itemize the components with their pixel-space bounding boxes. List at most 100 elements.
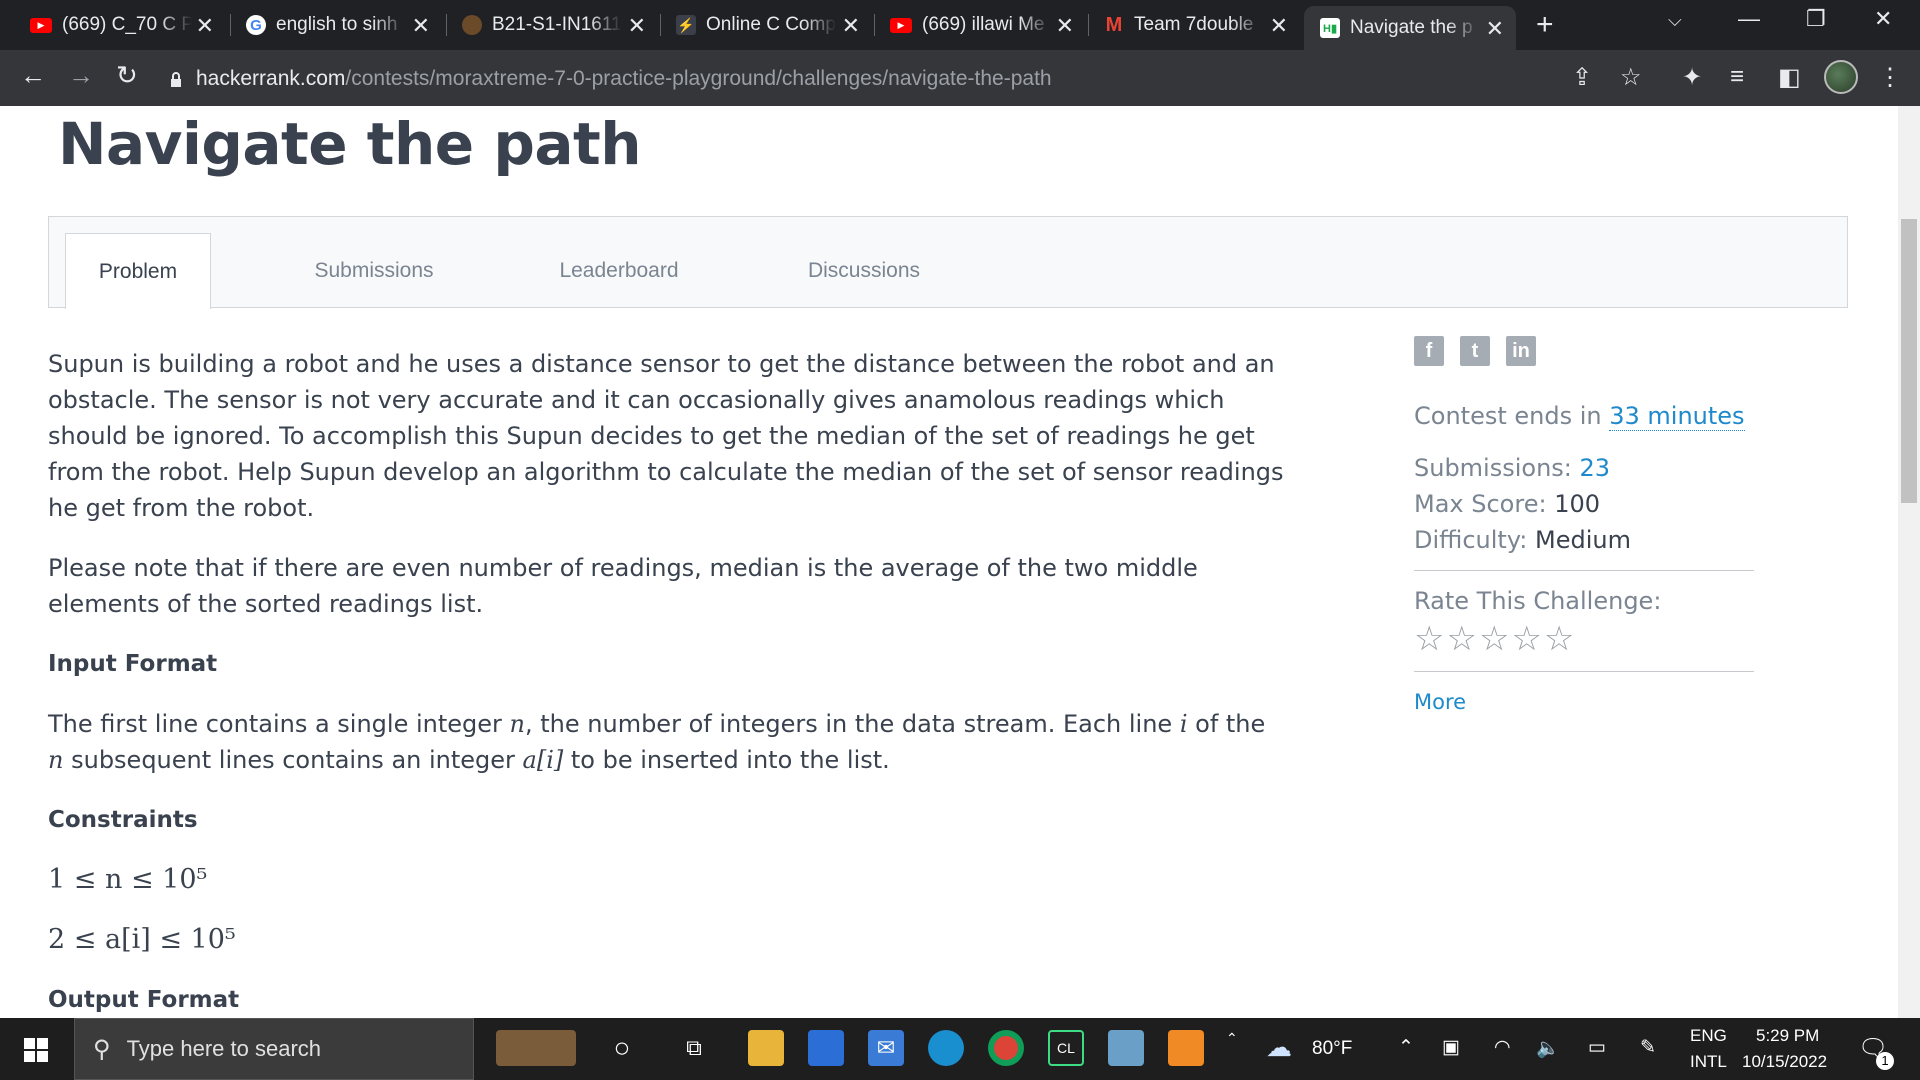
bolt-icon: ⚡ — [676, 15, 696, 35]
tab-title: (669) C_70 C Pr — [62, 14, 192, 35]
forward-icon[interactable]: → — [68, 60, 94, 91]
browser-tab-active[interactable]: H▮ Navigate the p ✕ — [1304, 6, 1516, 50]
more-link[interactable]: More — [1414, 684, 1754, 720]
tab-title: Team 7double — [1134, 14, 1254, 35]
tab-separator — [660, 14, 661, 36]
battery-icon[interactable]: ▭ — [1588, 1036, 1606, 1059]
stat-value: Medium — [1535, 526, 1631, 554]
mail-icon[interactable]: ✉ — [868, 1030, 904, 1066]
volume-icon[interactable]: 🔈 — [1536, 1036, 1560, 1060]
problem-statement: Supun is building a robot and he uses a … — [48, 346, 1288, 1018]
browser-tab[interactable]: ⚡ Online C Comp ✕ — [676, 9, 866, 41]
reading-list-icon[interactable]: ≡ — [1730, 63, 1744, 91]
tab-title: (669) illawi Me — [922, 14, 1045, 35]
screen-icon[interactable]: ▣ — [1442, 1036, 1460, 1059]
keyboard-layout[interactable]: INTL — [1690, 1052, 1727, 1072]
tab-leaderboard[interactable]: Leaderboard — [529, 233, 709, 309]
close-tab-icon[interactable]: ✕ — [1270, 13, 1288, 39]
math-var: n — [48, 746, 64, 774]
notification-count-badge: 1 — [1876, 1052, 1894, 1070]
browser-tab[interactable]: ▶ (669) C_70 C Pr ✕ — [30, 9, 220, 41]
stat-label: Max Score: — [1414, 490, 1555, 518]
tray-expand-icon[interactable]: ⌃ — [1398, 1036, 1414, 1059]
youtube-icon: ▶ — [30, 17, 52, 33]
language-indicator[interactable]: ENG — [1690, 1026, 1727, 1046]
chrome-icon[interactable] — [988, 1030, 1024, 1066]
clock-time[interactable]: 5:29 PM — [1756, 1026, 1819, 1046]
weather-temp[interactable]: 80°F — [1312, 1038, 1352, 1060]
gmail-icon: M — [1105, 13, 1123, 36]
divider — [1414, 570, 1754, 571]
tab-discussions[interactable]: Discussions — [779, 233, 949, 309]
page-title: Navigate the path — [58, 110, 642, 178]
rating-stars[interactable]: ☆☆☆☆☆ — [1414, 619, 1754, 659]
file-explorer-icon[interactable] — [748, 1030, 784, 1066]
minimize-icon[interactable]: — — [1738, 6, 1760, 32]
facebook-icon[interactable]: f — [1414, 336, 1444, 366]
tab-separator — [874, 14, 875, 36]
close-tab-icon[interactable]: ✕ — [1486, 16, 1504, 42]
clion-icon[interactable]: CL — [1048, 1030, 1084, 1066]
pen-icon[interactable]: ✎ — [1640, 1036, 1656, 1059]
app-icon[interactable] — [1108, 1030, 1144, 1066]
twitter-icon[interactable]: t — [1460, 336, 1490, 366]
tab-title: Online C Comp — [706, 14, 836, 35]
social-share: f t in — [1414, 336, 1754, 366]
problem-paragraph: Please note that if there are even numbe… — [48, 554, 1198, 618]
address-bar[interactable]: hackerrank.com/contests/moraxtreme-7-0-p… — [170, 62, 1640, 96]
lock-icon — [170, 72, 182, 87]
challenge-sidebar: f t in Contest ends in 33 minutes Submis… — [1414, 336, 1754, 720]
taskbar-search-input[interactable]: ⚲ Type here to search — [74, 1018, 474, 1080]
url-path: /contests/moraxtreme-7-0-practice-playgr… — [345, 67, 1052, 90]
tab-title: B21-S1-IN1611 — [492, 14, 622, 35]
extensions-icon[interactable]: ✦ — [1682, 63, 1702, 92]
search-highlight-icon[interactable] — [496, 1030, 576, 1066]
browser-tab[interactable]: B21-S1-IN1611 ✕ — [462, 9, 652, 41]
back-icon[interactable]: ← — [20, 60, 46, 91]
input-format-heading: Input Format — [48, 651, 218, 677]
rate-label: Rate This Challenge: — [1414, 587, 1662, 615]
browser-tab[interactable]: M Team 7double ✕ — [1104, 9, 1294, 41]
linkedin-icon[interactable]: in — [1506, 336, 1536, 366]
tab-separator — [446, 14, 447, 36]
overflow-chevron-icon[interactable]: ⌃ — [1226, 1030, 1238, 1047]
tab-problem[interactable]: Problem — [65, 233, 211, 309]
text-span: subsequent lines contains an integer — [63, 746, 523, 774]
restore-icon[interactable]: ❐ — [1806, 6, 1826, 32]
submissions-link[interactable]: 23 — [1580, 454, 1611, 482]
close-tab-icon[interactable]: ✕ — [196, 13, 214, 39]
store-icon[interactable] — [808, 1030, 844, 1066]
close-tab-icon[interactable]: ✕ — [412, 13, 430, 39]
constraints-heading: Constraints — [48, 807, 198, 833]
browser-tab[interactable]: ▶ (669) illawi Me ✕ — [890, 9, 1080, 41]
menu-icon[interactable]: ⋮ — [1878, 63, 1902, 92]
math-var: n — [509, 710, 525, 738]
share-icon[interactable]: ⇪ — [1572, 63, 1592, 92]
scrollbar-thumb[interactable] — [1898, 216, 1920, 506]
submissions-count: Submissions: 23 — [1414, 450, 1754, 486]
task-view-icon[interactable]: ⧉ — [676, 1030, 712, 1066]
stat-label: Difficulty: — [1414, 526, 1536, 554]
reload-icon[interactable]: ↻ — [116, 60, 138, 91]
bookmark-star-icon[interactable]: ☆ — [1620, 63, 1642, 92]
new-tab-icon[interactable]: + — [1536, 8, 1554, 42]
close-tab-icon[interactable]: ✕ — [842, 13, 860, 39]
text-span: The first line contains a single integer — [48, 710, 510, 738]
contest-time-link[interactable]: 33 minutes — [1609, 402, 1745, 431]
wifi-icon[interactable]: ◠ — [1494, 1036, 1511, 1059]
side-panel-icon[interactable]: ◧ — [1778, 63, 1801, 92]
edge-icon[interactable] — [928, 1030, 964, 1066]
search-icon: ⚲ — [93, 1035, 111, 1063]
tab-search-icon[interactable]: ⌵ — [1668, 10, 1682, 31]
close-tab-icon[interactable]: ✕ — [628, 13, 646, 39]
browser-tab[interactable]: G english to sinh ✕ — [246, 9, 436, 41]
profile-avatar[interactable] — [1824, 60, 1858, 94]
cortana-icon[interactable]: ○ — [604, 1030, 640, 1066]
close-tab-icon[interactable]: ✕ — [1056, 13, 1074, 39]
weather-cloud-icon: ☁ — [1266, 1032, 1292, 1062]
pdf-icon[interactable] — [1168, 1030, 1204, 1066]
clock-date[interactable]: 10/15/2022 — [1742, 1052, 1827, 1072]
windows-start-icon[interactable] — [24, 1038, 48, 1067]
window-close-icon[interactable]: ✕ — [1874, 6, 1892, 32]
tab-submissions[interactable]: Submissions — [289, 233, 459, 309]
